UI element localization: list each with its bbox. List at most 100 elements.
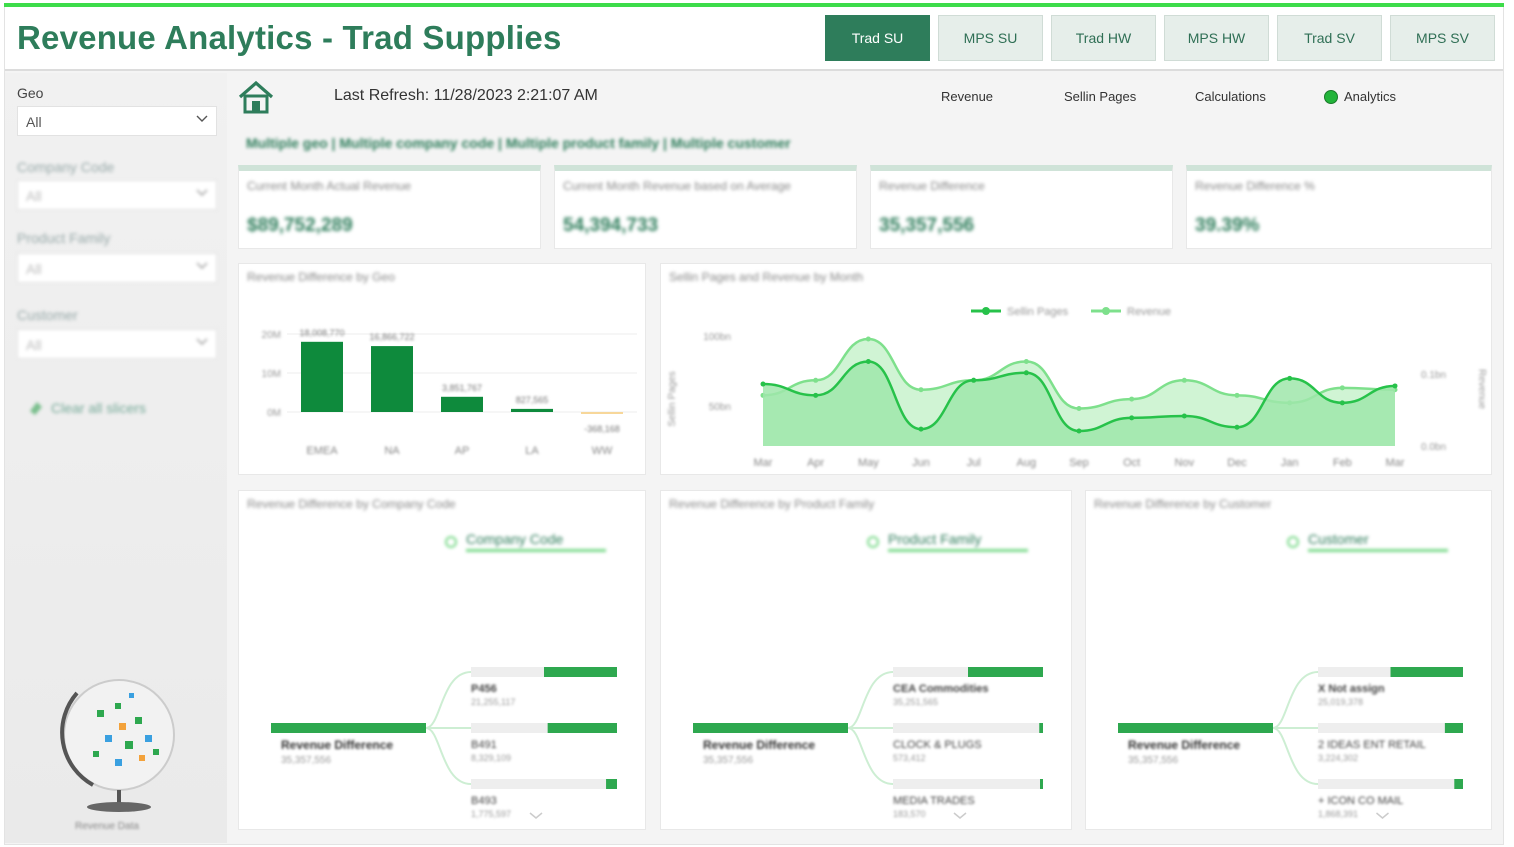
customer-slicer-value: All bbox=[26, 337, 42, 353]
x-tick-label: Jul bbox=[967, 457, 981, 469]
data-label: 16,866,722 bbox=[369, 332, 414, 342]
tab-mps-hw[interactable]: MPS HW bbox=[1164, 15, 1269, 61]
nav-calculations[interactable]: Calculations bbox=[1195, 89, 1266, 104]
filter-summary: Multiple geo | Multiple company code | M… bbox=[246, 135, 791, 151]
node-track bbox=[471, 779, 617, 789]
decomposition-tree[interactable]: Revenue Difference 35,357,556 X Not assign… bbox=[1086, 531, 1491, 831]
node-track bbox=[1318, 779, 1463, 789]
product-family-slicer[interactable]: All bbox=[17, 253, 217, 283]
company-code-label: Company Code bbox=[17, 159, 115, 175]
chevron-down-icon bbox=[1376, 812, 1389, 819]
root-label: Revenue Difference bbox=[281, 738, 393, 752]
y-tick-right: 0.1bn bbox=[1421, 370, 1446, 381]
product-family-slicer-value: All bbox=[26, 261, 42, 277]
root-bar bbox=[1118, 723, 1273, 733]
data-point bbox=[1287, 375, 1293, 381]
chart-title: Revenue Difference by Geo bbox=[247, 270, 395, 284]
data-point bbox=[1234, 424, 1240, 430]
node-label: MEDIA TRADES bbox=[893, 795, 975, 807]
chart-title: Sellin Pages and Revenue by Month bbox=[669, 270, 864, 284]
tab-mps-sv[interactable]: MPS SV bbox=[1390, 15, 1495, 61]
root-bar bbox=[693, 723, 848, 733]
chart-card-revenue-by-geo: Revenue Difference by Geo 20M 10M 0M 18,008… bbox=[238, 263, 646, 475]
legend-label: Sellin Pages bbox=[1007, 306, 1069, 318]
tab-trad-sv[interactable]: Trad SV bbox=[1277, 15, 1382, 61]
y-tick-right: 0.0bn bbox=[1421, 442, 1446, 453]
x-tick-label: WW bbox=[592, 445, 613, 457]
tree-title: Revenue Difference by Customer bbox=[1094, 497, 1272, 511]
y-axis-label-right: Revenue bbox=[1476, 369, 1487, 409]
data-point bbox=[1023, 359, 1029, 365]
geo-label: Geo bbox=[17, 85, 44, 101]
chart-card-sellin-by-month: Sellin Pages and Revenue by Month Sellin… bbox=[660, 263, 1492, 475]
nav-calculations-label: Calculations bbox=[1195, 89, 1266, 104]
report-tabs: Trad SU MPS SU Trad HW MPS HW Trad SV MP… bbox=[825, 15, 1495, 61]
data-point bbox=[813, 377, 819, 383]
data-point bbox=[1076, 405, 1082, 411]
bar bbox=[511, 408, 553, 412]
decomposition-tree[interactable]: Revenue Difference 35,357,556 P456 21,255,1… bbox=[239, 531, 645, 831]
legend-label: Revenue bbox=[1127, 306, 1171, 318]
root-value: 35,357,556 bbox=[281, 755, 331, 766]
tree-card-product-family: Revenue Difference by Product Family Pro… bbox=[660, 490, 1072, 830]
customer-slicer[interactable]: All bbox=[17, 329, 217, 359]
area-chart: Sellin Pages Revenue Sellin Pages Revenue 10… bbox=[667, 306, 1487, 469]
node-label: B491 bbox=[471, 739, 497, 751]
nav-analytics-label: Analytics bbox=[1344, 89, 1397, 104]
company-code-slicer[interactable]: All bbox=[17, 180, 217, 210]
kpi-label: Current Month Actual Revenue bbox=[247, 179, 412, 193]
x-tick-label: EMEA bbox=[306, 445, 338, 457]
node-bar bbox=[547, 723, 617, 733]
y-tick-left: 50bn bbox=[709, 402, 731, 413]
geo-slicer[interactable]: All bbox=[17, 106, 217, 136]
root-label: Revenue Difference bbox=[1128, 738, 1240, 752]
node-bar bbox=[1039, 723, 1043, 733]
node-value: 183,570 bbox=[893, 809, 926, 819]
clear-all-slicers-label: Clear all slicers bbox=[51, 400, 146, 416]
node-label: P456 bbox=[471, 683, 497, 695]
nav-revenue-label: Revenue bbox=[941, 89, 994, 104]
node-value: 35,251,565 bbox=[893, 697, 938, 707]
data-point bbox=[1129, 396, 1135, 402]
tree-title: Revenue Difference by Product Family bbox=[669, 497, 875, 511]
root-bar bbox=[271, 723, 426, 733]
last-refresh-text: Last Refresh: 11/28/2023 2:21:07 AM bbox=[334, 87, 598, 104]
header: Revenue Analytics - Trad Supplies Trad S… bbox=[5, 7, 1503, 71]
data-point bbox=[918, 387, 924, 393]
nav-analytics[interactable]: Analytics bbox=[1324, 89, 1396, 104]
y-tick-label: 20M bbox=[262, 330, 281, 341]
legend-marker bbox=[982, 307, 990, 315]
decomposition-tree[interactable]: Revenue Difference 35,357,556 CEA Commodit… bbox=[661, 531, 1071, 831]
nav-revenue[interactable]: Revenue bbox=[941, 89, 993, 104]
tab-mps-su[interactable]: MPS SU bbox=[938, 15, 1043, 61]
company-code-slicer-value: All bbox=[26, 188, 42, 204]
tab-trad-su[interactable]: Trad SU bbox=[825, 15, 930, 61]
node-label: + ICON CO MAIL bbox=[1318, 795, 1403, 807]
nav-sellin-pages[interactable]: Sellin Pages bbox=[1064, 89, 1136, 104]
node-value: 573,412 bbox=[893, 753, 926, 763]
tab-trad-hw[interactable]: Trad HW bbox=[1051, 15, 1156, 61]
tree-title: Revenue Difference by Company Code bbox=[247, 497, 456, 511]
x-tick-label: Mar bbox=[754, 457, 773, 469]
x-tick-label: Feb bbox=[1333, 457, 1352, 469]
data-point bbox=[1392, 383, 1398, 389]
x-tick-label: AP bbox=[455, 445, 470, 457]
bar bbox=[441, 396, 483, 412]
bar bbox=[371, 346, 413, 412]
data-point bbox=[971, 377, 977, 383]
customer-label: Customer bbox=[17, 307, 78, 323]
bar bbox=[581, 412, 623, 414]
x-tick-label: Sep bbox=[1069, 457, 1089, 469]
node-value: 8,329,109 bbox=[471, 753, 511, 763]
home-icon[interactable] bbox=[236, 79, 276, 115]
bar-chart: 20M 10M 0M 18,008,770 EMEA 16,866,722 NA 3,851,… bbox=[262, 328, 637, 457]
clear-all-slicers-button[interactable]: Clear all slicers bbox=[27, 399, 146, 417]
kpi-value: 35,357,556 bbox=[879, 215, 975, 236]
node-bar bbox=[606, 779, 617, 789]
node-bar bbox=[968, 667, 1043, 677]
x-tick-label: Mar bbox=[1386, 457, 1405, 469]
data-point bbox=[813, 392, 819, 398]
data-label: 827,565 bbox=[516, 395, 549, 405]
y-tick-left: 100bn bbox=[703, 332, 731, 343]
node-bar bbox=[1390, 667, 1463, 677]
